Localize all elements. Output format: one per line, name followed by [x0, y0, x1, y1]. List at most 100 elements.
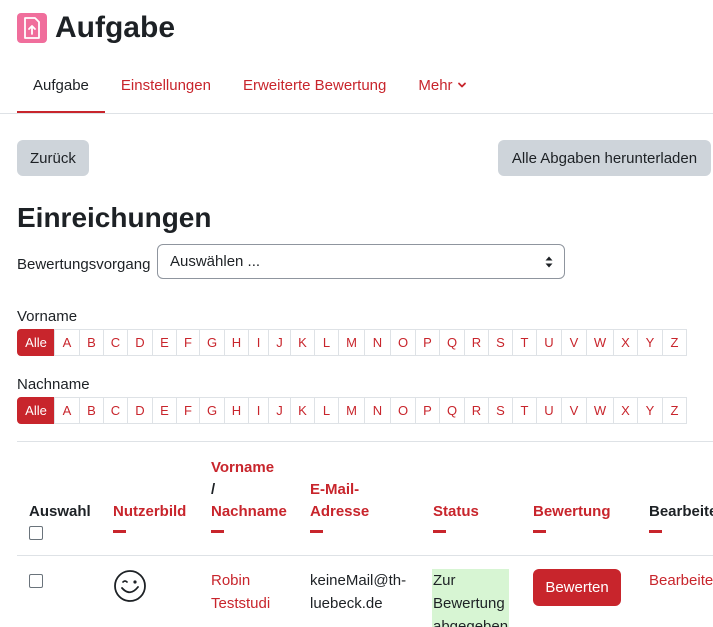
initial-a-button[interactable]: A [54, 397, 80, 424]
col-header-email[interactable]: E-Mail- Adresse [310, 479, 369, 533]
initial-v-button[interactable]: V [561, 397, 587, 424]
sort-dash [113, 530, 126, 533]
back-button[interactable]: Zurück [17, 140, 89, 176]
initial-x-button[interactable]: X [613, 329, 638, 356]
initial-r-button[interactable]: R [464, 329, 489, 356]
initial-all-button[interactable]: Alle [17, 397, 55, 424]
col-header-status-label[interactable]: Status [433, 503, 479, 520]
tab-erweiterte-bewertung[interactable]: Erweiterte Bewertung [227, 56, 402, 114]
initial-u-button[interactable]: U [536, 397, 562, 424]
initial-g-button[interactable]: G [199, 397, 225, 424]
initial-l-button[interactable]: L [314, 397, 339, 424]
initial-j-button[interactable]: J [268, 397, 291, 424]
initial-g-button[interactable]: G [199, 329, 225, 356]
initial-h-button[interactable]: H [224, 329, 249, 356]
initial-c-button[interactable]: C [103, 329, 128, 356]
tab-mehr-label: Mehr [418, 76, 453, 94]
initial-n-button[interactable]: N [364, 397, 391, 424]
initial-k-button[interactable]: K [290, 329, 315, 356]
col-header-edit-label: Bearbeiten [649, 503, 713, 520]
initial-i-button[interactable]: I [248, 397, 269, 424]
col-header-status: Status [433, 501, 479, 533]
initial-all-button[interactable]: Alle [17, 329, 55, 356]
initial-w-button[interactable]: W [586, 397, 614, 424]
initial-d-button[interactable]: D [127, 397, 153, 424]
chevron-down-icon [457, 82, 466, 88]
initial-j-button[interactable]: J [268, 329, 291, 356]
initial-n-button[interactable]: N [364, 329, 391, 356]
student-name-link[interactable]: Robin Teststudi [211, 569, 270, 615]
initial-t-button[interactable]: T [512, 397, 537, 424]
initial-q-button[interactable]: Q [439, 397, 465, 424]
initial-e-button[interactable]: E [152, 329, 177, 356]
assignment-upload-icon [17, 13, 47, 43]
initial-y-button[interactable]: Y [637, 397, 663, 424]
initial-s-button[interactable]: S [488, 329, 513, 356]
student-email-line1: keineMail@th- [310, 572, 407, 589]
initial-m-button[interactable]: M [338, 397, 365, 424]
table-header-divider [17, 555, 713, 556]
lastname-initials-label: Nachname [17, 376, 90, 393]
initial-m-button[interactable]: M [338, 329, 365, 356]
tab-mehr[interactable]: Mehr [402, 56, 482, 114]
tab-einstellungen[interactable]: Einstellungen [105, 56, 227, 114]
initial-l-button[interactable]: L [314, 329, 339, 356]
page-header: Aufgabe [17, 8, 175, 48]
select-all-checkbox[interactable] [29, 526, 43, 540]
sort-dash [310, 530, 323, 533]
initial-h-button[interactable]: H [224, 397, 249, 424]
col-header-picture-label[interactable]: Nutzerbild [113, 503, 186, 520]
sort-dash [433, 530, 446, 533]
initial-t-button[interactable]: T [512, 329, 537, 356]
row-select-checkbox[interactable] [29, 574, 43, 588]
sort-lastname-link[interactable]: Nachname [211, 501, 287, 523]
initial-k-button[interactable]: K [290, 397, 315, 424]
edit-menu-link[interactable]: Bearbeiten [649, 569, 713, 592]
tab-aufgabe[interactable]: Aufgabe [17, 56, 105, 114]
initial-x-button[interactable]: X [613, 397, 638, 424]
initial-z-button[interactable]: Z [662, 329, 687, 356]
student-email-line2: luebeck.de [310, 595, 383, 612]
secondary-navigation: Aufgabe Einstellungen Erweiterte Bewertu… [17, 56, 713, 114]
grading-action-select[interactable]: Auswählen ... [157, 244, 565, 279]
initial-f-button[interactable]: F [176, 329, 200, 356]
initial-v-button[interactable]: V [561, 329, 587, 356]
initial-i-button[interactable]: I [248, 329, 269, 356]
divider [17, 441, 713, 442]
initial-c-button[interactable]: C [103, 397, 128, 424]
name-slash: / [211, 481, 216, 498]
initial-w-button[interactable]: W [586, 329, 614, 356]
col-header-picture: Nutzerbild [113, 501, 186, 533]
initial-b-button[interactable]: B [79, 397, 104, 424]
col-header-select: Auswahl [29, 501, 91, 523]
status-badge: Zur Bewertung abgegeben [432, 569, 509, 627]
initial-a-button[interactable]: A [54, 329, 80, 356]
status-line1: Zur [433, 572, 456, 589]
sort-dash [649, 530, 662, 533]
sort-firstname-link[interactable]: Vorname [211, 457, 287, 479]
initial-b-button[interactable]: B [79, 329, 104, 356]
initial-o-button[interactable]: O [390, 397, 416, 424]
grade-button[interactable]: Bewerten [533, 569, 621, 606]
initial-r-button[interactable]: R [464, 397, 489, 424]
initial-o-button[interactable]: O [390, 329, 416, 356]
initial-d-button[interactable]: D [127, 329, 153, 356]
col-header-edit: Bearbeiten [649, 501, 713, 533]
initial-y-button[interactable]: Y [637, 329, 663, 356]
firstname-initials-label: Vorname [17, 308, 78, 325]
initial-q-button[interactable]: Q [439, 329, 465, 356]
status-line2: Bewertung [433, 595, 505, 612]
student-lastname: Teststudi [211, 595, 271, 612]
col-header-grade-label[interactable]: Bewertung [533, 503, 611, 520]
initial-f-button[interactable]: F [176, 397, 200, 424]
select-arrows-icon [545, 256, 553, 268]
student-email: keineMail@th- luebeck.de [310, 569, 406, 615]
initial-u-button[interactable]: U [536, 329, 562, 356]
initial-z-button[interactable]: Z [662, 397, 687, 424]
initial-p-button[interactable]: P [415, 397, 440, 424]
download-all-button[interactable]: Alle Abgaben herunterladen [498, 140, 711, 176]
initial-s-button[interactable]: S [488, 397, 513, 424]
initial-p-button[interactable]: P [415, 329, 440, 356]
lastname-initials-bar: Alle A B C D E F G H I J K L M N O P Q R S T U V W X Y Z [17, 397, 687, 424]
initial-e-button[interactable]: E [152, 397, 177, 424]
